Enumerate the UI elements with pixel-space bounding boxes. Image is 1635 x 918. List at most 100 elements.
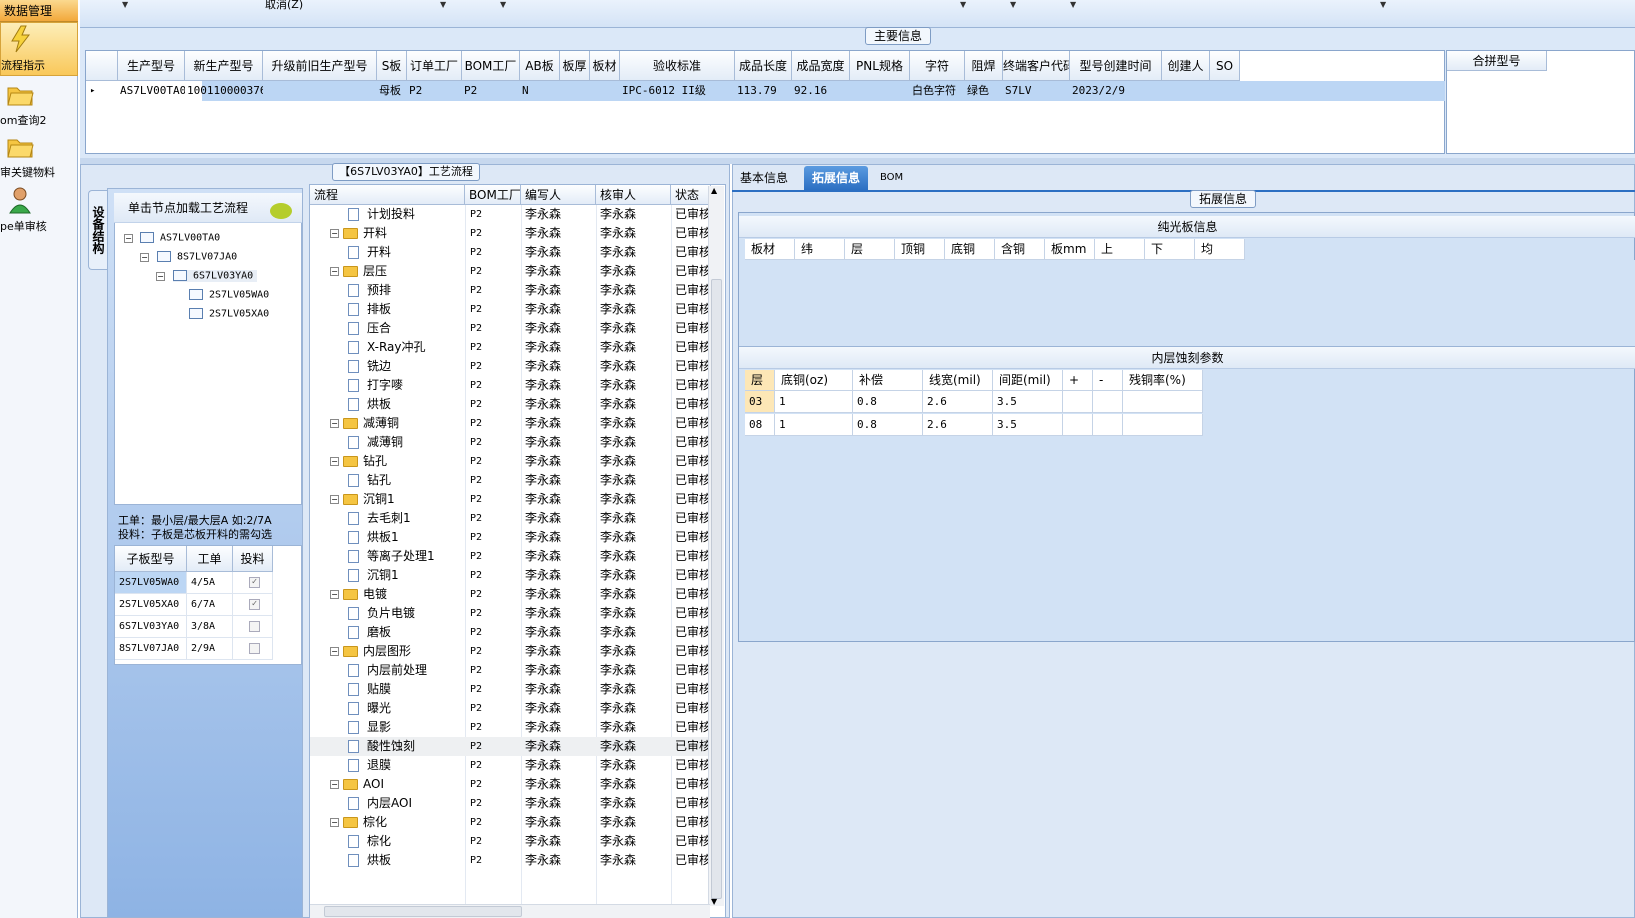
flow-row[interactable]: 酸性蚀刻 P2 李永森 李永森 已审核 bbox=[310, 737, 711, 756]
chevron-down-icon[interactable]: ▼ bbox=[500, 0, 506, 9]
table-cell[interactable]: 白色字符 bbox=[910, 81, 965, 101]
bare-board-column[interactable]: 板mm bbox=[1045, 239, 1095, 260]
nav-item-flow-instruction[interactable]: 流程指示 bbox=[0, 22, 78, 76]
chevron-down-icon[interactable]: ▼ bbox=[1010, 0, 1016, 9]
scroll-down-icon[interactable]: ▼ bbox=[711, 897, 717, 906]
bare-board-column[interactable]: 层 bbox=[845, 239, 895, 260]
feed-checkbox[interactable]: ✓ bbox=[249, 598, 260, 610]
etch-cell[interactable] bbox=[1093, 391, 1123, 413]
flow-node[interactable]: 等离子处理1 bbox=[348, 547, 435, 566]
flow-node[interactable]: 曝光 bbox=[348, 699, 391, 718]
chevron-down-icon[interactable]: ▼ bbox=[960, 0, 966, 9]
column-header[interactable]: 升级前旧生产型号 bbox=[263, 51, 377, 81]
flow-node[interactable]: 沉铜1 bbox=[348, 566, 399, 585]
flow-row[interactable]: 计划投料 P2 李永森 李永森 已审核 bbox=[310, 205, 711, 224]
feed-checkbox[interactable] bbox=[249, 642, 260, 654]
bare-board-column[interactable]: 下 bbox=[1145, 239, 1195, 260]
flow-row[interactable]: − 棕化 P2 李永森 李永森 已审核 bbox=[310, 813, 711, 832]
column-header[interactable]: 验收标准 bbox=[620, 51, 735, 81]
flow-row[interactable]: 烘板 P2 李永森 李永森 已审核 bbox=[310, 851, 711, 870]
flow-row[interactable]: 贴膜 P2 李永森 李永森 已审核 bbox=[310, 680, 711, 699]
column-header[interactable]: 阻焊 bbox=[965, 51, 1003, 81]
flow-column-header[interactable]: 状态 bbox=[671, 185, 711, 205]
flow-row[interactable]: − 钻孔 P2 李永森 李永森 已审核 bbox=[310, 452, 711, 471]
bare-board-column[interactable]: 均 bbox=[1195, 239, 1245, 260]
collapse-icon[interactable]: − bbox=[330, 419, 339, 428]
column-header[interactable]: 生产型号 bbox=[118, 51, 185, 81]
etch-cell[interactable]: 3.5 bbox=[993, 391, 1063, 413]
table-cell[interactable] bbox=[850, 81, 910, 101]
table-cell[interactable] bbox=[1162, 81, 1210, 101]
flow-row[interactable]: 等离子处理1 P2 李永森 李永森 已审核 bbox=[310, 547, 711, 566]
flow-row[interactable]: X-Ray冲孔 P2 李永森 李永森 已审核 bbox=[310, 338, 711, 357]
flow-node[interactable]: X-Ray冲孔 bbox=[348, 338, 425, 357]
etch-cell[interactable]: 1 bbox=[775, 391, 853, 413]
flow-node[interactable]: 打字嘜 bbox=[348, 376, 403, 395]
nav-item-bom-query[interactable]: om查询2 bbox=[0, 78, 78, 132]
table-cell[interactable]: 92.16 bbox=[792, 81, 850, 101]
flow-node[interactable]: 显影 bbox=[348, 718, 391, 737]
flow-row[interactable]: 显影 P2 李永森 李永森 已审核 bbox=[310, 718, 711, 737]
sub-board-order[interactable]: 3/8A bbox=[187, 616, 233, 638]
etch-cell[interactable]: 03 bbox=[745, 391, 775, 413]
flow-node[interactable]: − 电镀 bbox=[330, 585, 387, 604]
etch-column-header[interactable]: 残铜率(%) bbox=[1123, 370, 1203, 391]
nav-item-pe-review[interactable]: pe单审核 bbox=[0, 184, 78, 238]
sub-board-model[interactable]: 2S7LV05WA0 bbox=[115, 572, 187, 594]
sub-board-order[interactable]: 6/7A bbox=[187, 594, 233, 616]
feed-checkbox[interactable] bbox=[249, 620, 260, 632]
feed-checkbox[interactable]: ✓ bbox=[249, 576, 260, 588]
flow-node[interactable]: − 钻孔 bbox=[330, 452, 387, 471]
flow-node[interactable]: 钻孔 bbox=[348, 471, 391, 490]
flow-node[interactable]: 铣边 bbox=[348, 357, 391, 376]
bare-board-column[interactable]: 板材 bbox=[745, 239, 795, 260]
flow-row[interactable]: 沉铜1 P2 李永森 李永森 已审核 bbox=[310, 566, 711, 585]
flow-node[interactable]: − 棕化 bbox=[330, 813, 387, 832]
table-cell[interactable]: IPC-6012 II级 bbox=[620, 81, 735, 101]
table-cell[interactable]: 113.79 bbox=[735, 81, 792, 101]
flow-node[interactable]: 退膜 bbox=[348, 756, 391, 775]
etch-column-header[interactable]: - bbox=[1093, 370, 1123, 391]
bare-board-column[interactable]: 顶铜 bbox=[895, 239, 945, 260]
scroll-up-icon[interactable]: ▲ bbox=[711, 186, 717, 195]
tree-node[interactable]: 8S7LV07JA0 bbox=[157, 251, 237, 263]
chevron-down-icon[interactable]: ▼ bbox=[440, 0, 446, 9]
table-cell[interactable]: AS7LV00TA0 bbox=[118, 81, 185, 101]
flow-node[interactable]: 计划投料 bbox=[348, 205, 415, 224]
flow-node[interactable]: 排板 bbox=[348, 300, 391, 319]
flow-row[interactable]: 曝光 P2 李永森 李永森 已审核 bbox=[310, 699, 711, 718]
chevron-down-icon[interactable]: ▼ bbox=[122, 0, 128, 9]
flow-column-header[interactable]: 核审人 bbox=[596, 185, 671, 205]
flow-node[interactable]: 贴膜 bbox=[348, 680, 391, 699]
tree-node[interactable]: 2S7LV05XA0 bbox=[189, 308, 269, 320]
flow-row[interactable]: − AOI P2 李永森 李永森 已审核 bbox=[310, 775, 711, 794]
flow-row[interactable]: 退膜 P2 李永森 李永森 已审核 bbox=[310, 756, 711, 775]
etch-cell[interactable]: 2.6 bbox=[923, 414, 993, 436]
flow-node[interactable]: 去毛刺1 bbox=[348, 509, 411, 528]
collapse-icon[interactable]: − bbox=[330, 780, 339, 789]
etch-cell[interactable]: 1 bbox=[775, 414, 853, 436]
flow-node[interactable]: 内层AOI bbox=[348, 794, 412, 813]
cancel-button[interactable]: 取消(Z) bbox=[265, 0, 303, 12]
table-cell[interactable]: S7LV bbox=[1003, 81, 1070, 101]
flow-vertical-scrollbar[interactable]: ▲ ▼ bbox=[708, 186, 724, 906]
flow-node[interactable]: 烘板 bbox=[348, 851, 391, 870]
flow-row[interactable]: 减薄铜 P2 李永森 李永森 已审核 bbox=[310, 433, 711, 452]
table-cell[interactable]: 10011000037689 bbox=[185, 81, 263, 101]
flow-node[interactable]: − 层压 bbox=[330, 262, 387, 281]
flow-node[interactable]: 酸性蚀刻 bbox=[348, 737, 415, 756]
tab-bom[interactable]: BOM bbox=[872, 166, 911, 190]
scroll-thumb[interactable] bbox=[711, 279, 722, 899]
bare-board-column[interactable]: 底铜 bbox=[945, 239, 995, 260]
etch-cell[interactable] bbox=[1123, 391, 1203, 413]
nav-item-key-material[interactable]: 审关键物料 bbox=[0, 130, 78, 184]
flow-row[interactable]: 磨板 P2 李永森 李永森 已审核 bbox=[310, 623, 711, 642]
bare-board-column[interactable]: 上 bbox=[1095, 239, 1145, 260]
flow-node[interactable]: 棕化 bbox=[348, 832, 391, 851]
table-cell[interactable]: N bbox=[520, 81, 560, 101]
column-header[interactable]: SO bbox=[1210, 51, 1240, 81]
flow-node[interactable]: − 减薄铜 bbox=[330, 414, 399, 433]
flow-row[interactable]: − 开料 P2 李永森 李永森 已审核 bbox=[310, 224, 711, 243]
flow-node[interactable]: 压合 bbox=[348, 319, 391, 338]
flow-row[interactable]: − 层压 P2 李永森 李永森 已审核 bbox=[310, 262, 711, 281]
